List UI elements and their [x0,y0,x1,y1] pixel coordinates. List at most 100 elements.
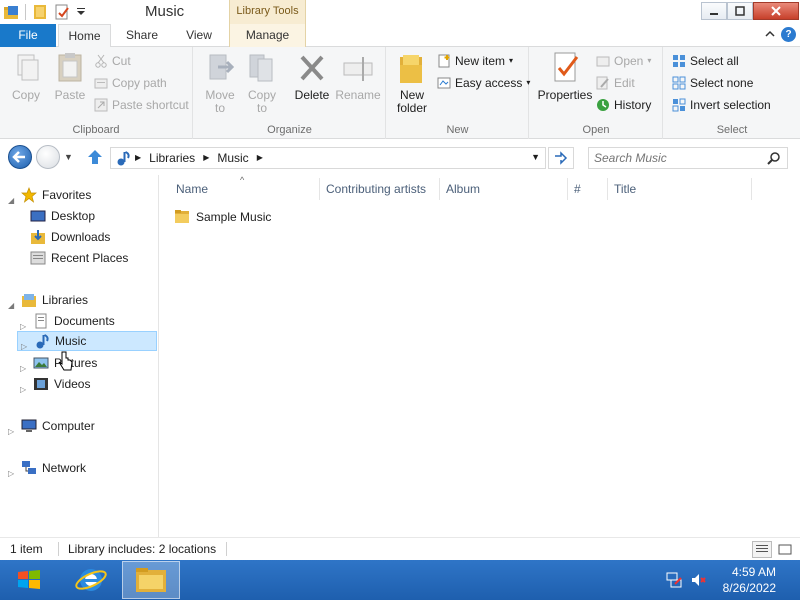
network-status-icon[interactable] [666,572,682,591]
maximize-button[interactable] [727,2,753,20]
tree-item-music[interactable]: ▷ Music [17,331,157,351]
breadcrumb-chevron-icon[interactable]: ▶ [203,148,209,168]
collapse-arrow-icon[interactable]: ◢ [8,191,16,205]
tree-item-recent-places[interactable]: Recent Places [30,248,128,268]
library-locations: Library includes: 2 locations [68,542,217,556]
address-bar[interactable]: ▶ Libraries ▶ Music ▶ ▼ [110,147,546,169]
move-to-button[interactable]: Move to [200,51,240,115]
properties-icon[interactable] [54,4,70,20]
tree-item-documents[interactable]: ▷ Documents [20,311,115,331]
qat-dropdown-icon[interactable] [76,4,86,20]
minimize-ribbon-icon[interactable] [765,28,775,42]
breadcrumb-chevron-icon[interactable]: ▶ [257,148,263,168]
folder-icon[interactable] [32,4,48,20]
close-button[interactable] [753,2,799,20]
tab-manage[interactable]: Manage [229,24,306,47]
select-none-icon [672,76,686,90]
details-view-button[interactable] [752,541,772,558]
expand-arrow-icon[interactable]: ▷ [20,359,28,373]
tree-item-libraries[interactable]: ◢ Libraries [8,290,88,310]
list-item[interactable]: Sample Music [174,207,271,227]
windows-logo-icon [18,570,40,589]
column-header-title[interactable]: Title [608,178,752,200]
explorer-app-icon[interactable] [3,4,19,20]
cut-button[interactable]: Cut [94,51,131,71]
paste-label: Paste [54,88,86,102]
select-none-button[interactable]: Select none [672,73,753,93]
rename-button[interactable]: Rename [334,51,382,102]
back-arrow-icon [12,151,25,163]
open-button[interactable]: Open ▾ [596,51,651,71]
tab-share[interactable]: Share [116,24,168,47]
file-list: ^ Name Contributing artists Album # Titl… [160,175,800,537]
search-box[interactable] [588,147,788,169]
delete-button[interactable]: Delete [290,51,334,102]
new-item-button[interactable]: New item ▾ [437,51,513,71]
properties-button[interactable]: Properties [534,51,596,102]
documents-icon [33,313,49,329]
copy-to-button[interactable]: Copy to [242,51,282,115]
column-header-number[interactable]: # [568,178,608,200]
copy-button[interactable]: Copy [6,51,46,102]
system-clock[interactable]: 4:59 AM 8/26/2022 [723,564,776,596]
qat-divider [25,4,26,20]
tree-item-desktop[interactable]: Desktop [30,206,95,226]
expand-arrow-icon[interactable]: ▷ [8,464,16,478]
tab-view[interactable]: View [174,24,224,47]
select-all-button[interactable]: Select all [672,51,739,71]
rename-icon [342,51,374,85]
up-arrow-icon[interactable] [86,148,104,169]
paste-shortcut-button[interactable]: Paste shortcut [94,95,189,115]
tree-item-videos[interactable]: ▷ Videos [20,374,90,394]
maximize-icon [735,6,745,16]
help-icon[interactable]: ? [781,27,796,42]
refresh-button[interactable] [548,147,574,169]
collapse-arrow-icon[interactable]: ◢ [8,296,16,310]
tree-item-downloads[interactable]: Downloads [30,227,110,247]
breadcrumb-chevron-icon[interactable]: ▶ [135,148,141,168]
music-library-icon [115,150,131,169]
expand-arrow-icon[interactable]: ▷ [20,317,28,331]
volume-muted-icon[interactable] [690,572,706,591]
tree-label: Network [42,461,87,475]
column-header-name[interactable]: Name [170,178,320,200]
expand-arrow-icon[interactable]: ▷ [8,422,16,436]
minimize-button[interactable] [701,2,727,20]
history-button[interactable]: History [596,95,651,115]
invert-selection-button[interactable]: Invert selection [672,95,771,115]
tree-label: Documents [54,314,115,328]
downloads-icon [30,229,46,245]
column-header-contributing-artists[interactable]: Contributing artists [320,178,440,200]
expand-arrow-icon[interactable]: ▷ [21,337,29,351]
expand-arrow-icon[interactable]: ▷ [20,380,28,394]
tree-item-computer[interactable]: ▷ Computer [8,416,95,436]
search-icon[interactable] [767,151,781,168]
breadcrumb-music[interactable]: Music [217,148,248,168]
tab-file[interactable]: File [0,24,56,47]
tree-item-network[interactable]: ▷ Network [8,458,86,478]
copy-path-button[interactable]: Copy path [94,73,167,93]
recent-locations-dropdown-icon[interactable]: ▼ [64,152,73,162]
back-button[interactable] [8,145,32,169]
new-folder-button[interactable]: New folder [391,51,433,115]
tab-home[interactable]: Home [58,24,111,48]
copy-icon [10,51,42,85]
column-header-album[interactable]: Album [440,178,568,200]
edit-button[interactable]: Edit [596,73,635,93]
ribbon: Copy Paste Cut Copy path Paste shortcut … [0,47,800,139]
file-explorer-taskbar-button[interactable] [122,561,180,599]
forward-button[interactable] [36,145,60,169]
ribbon-tabs: File Home Share View Manage ? [0,24,800,48]
new-item-label: New item [455,54,506,68]
large-icons-view-button[interactable] [775,541,795,558]
scissors-icon [94,54,108,68]
start-button[interactable] [4,560,56,600]
internet-explorer-taskbar-button[interactable] [62,561,120,599]
search-input[interactable] [594,150,764,166]
tree-item-favorites[interactable]: ◢ Favorites [8,185,91,205]
tree-label: Videos [54,377,91,391]
paste-button[interactable]: Paste [50,51,90,102]
easy-access-button[interactable]: Easy access ▾ [437,73,530,93]
breadcrumb-libraries[interactable]: Libraries [149,148,195,168]
address-history-dropdown-icon[interactable]: ▼ [531,152,540,162]
